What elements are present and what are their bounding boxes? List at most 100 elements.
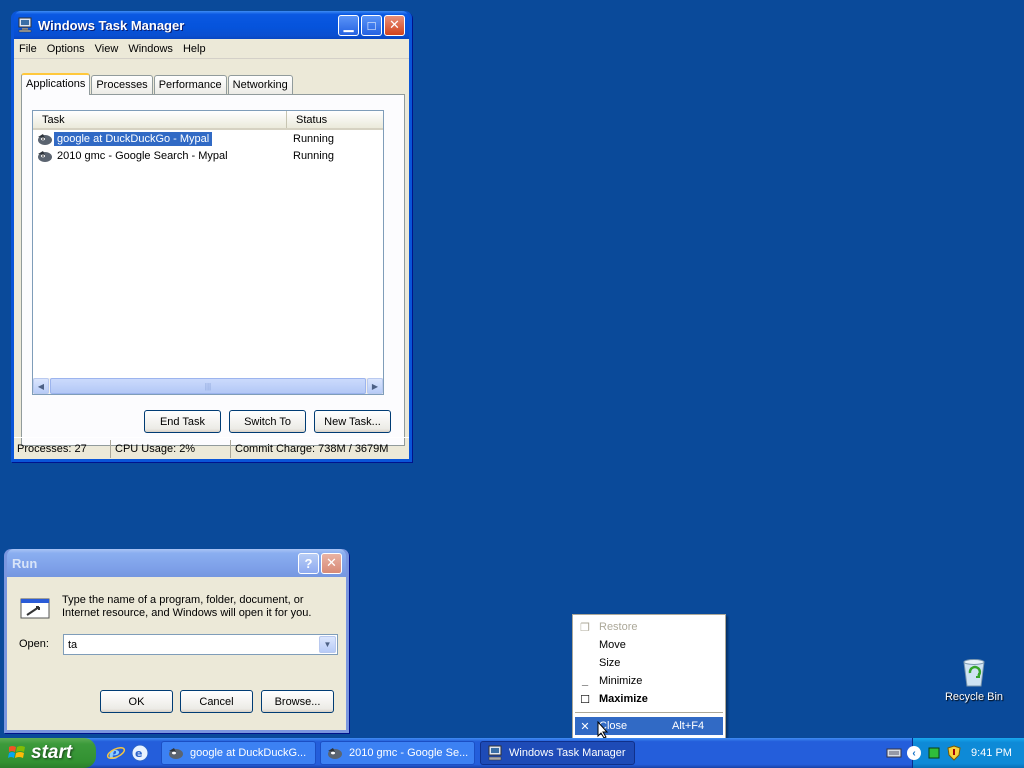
minimize-button[interactable]: ▁	[338, 14, 359, 36]
scroll-left-button[interactable]: ◀	[33, 378, 49, 394]
mypal-icon	[328, 748, 342, 759]
status-commit: Commit Charge: 738M / 3679M	[235, 442, 389, 455]
scroll-thumb[interactable]: |||	[50, 378, 366, 394]
menu-file[interactable]: File	[14, 43, 42, 55]
maximize-icon: ☐	[580, 693, 590, 706]
run-client: Type the name of a program, folder, docu…	[7, 577, 346, 730]
menu-item-accelerator: Alt+F4	[672, 720, 705, 732]
new-task-button[interactable]: New Task...	[314, 410, 391, 433]
menu-item-maximize[interactable]: ☐ Maximize	[575, 690, 723, 708]
task-name: 2010 gmc - Google Search - Mypal	[57, 149, 228, 162]
system-tray: ‹ 9:41 PM	[907, 738, 1024, 768]
run-titlebar[interactable]: Run ? ✕	[7, 549, 346, 577]
window-title: Windows Task Manager	[38, 17, 185, 33]
menu-item-size[interactable]: Size	[575, 654, 723, 672]
maximize-button[interactable]: □	[361, 14, 382, 36]
window-context-menu: ❐ Restore Move Size _ Minimize ☐ Maximiz…	[572, 614, 726, 747]
menu-windows[interactable]: Windows	[123, 43, 178, 55]
tab-processes[interactable]: Processes	[91, 75, 153, 94]
task-status: Running	[293, 132, 334, 145]
quick-launch: e e	[106, 743, 150, 763]
start-button[interactable]: start	[0, 738, 96, 768]
close-button[interactable]: ✕	[384, 14, 405, 36]
taskbar-button-duckduckgo[interactable]: google at DuckDuckG...	[161, 741, 316, 765]
list-header: Task Status	[33, 111, 383, 130]
keyboard-icon[interactable]	[886, 746, 902, 763]
menu-view[interactable]: View	[90, 43, 124, 55]
status-bar: Processes: 27 CPU Usage: 2% Commit Charg…	[14, 437, 409, 459]
grip-icon: |||	[204, 381, 212, 391]
task-manager-titlebar[interactable]: Windows Task Manager ▁ □ ✕	[14, 11, 409, 39]
horizontal-scrollbar[interactable]: ◀ ||| ▶	[33, 378, 383, 394]
internet-explorer-icon[interactable]: e	[106, 743, 126, 763]
recycle-bin-icon	[963, 659, 985, 687]
close-icon: ✕	[389, 17, 400, 32]
open-input[interactable]: ta	[64, 639, 319, 651]
status-processes: Processes: 27	[14, 439, 111, 458]
taskbar-button-google-search[interactable]: 2010 gmc - Google Se...	[320, 741, 475, 765]
task-status: Running	[293, 149, 334, 162]
help-button[interactable]: ?	[298, 552, 319, 574]
menu-help[interactable]: Help	[178, 43, 211, 55]
menu-item-minimize[interactable]: _ Minimize	[575, 672, 723, 690]
open-combobox[interactable]: ta ▼	[63, 634, 338, 655]
taskbar-button-label: Windows Task Manager	[509, 747, 626, 759]
media-player-icon[interactable]: e	[130, 743, 150, 763]
menu-item-close[interactable]: ✕ Close Alt+F4	[575, 717, 723, 739]
taskmgr-icon	[488, 745, 502, 761]
cancel-button[interactable]: Cancel	[180, 690, 253, 713]
start-label: start	[31, 742, 73, 763]
scroll-right-button[interactable]: ▶	[367, 378, 383, 394]
taskbar-button-label: 2010 gmc - Google Se...	[349, 747, 469, 759]
mypal-icon	[38, 150, 52, 162]
run-dialog: Run ? ✕ Type the name of a program, fold…	[4, 549, 349, 733]
tab-strip: Applications Processes Performance Netwo…	[21, 73, 294, 95]
close-button[interactable]: ✕	[321, 552, 342, 574]
tab-performance[interactable]: Performance	[153, 75, 227, 94]
tray-expand-button[interactable]: ‹	[907, 746, 921, 760]
taskbar-button-label: google at DuckDuckG...	[190, 747, 307, 759]
run-title: Run	[12, 555, 38, 571]
end-task-button[interactable]: End Task	[144, 410, 221, 433]
restore-icon: ❐	[580, 621, 590, 634]
network-icon[interactable]	[927, 746, 941, 760]
menu-item-label: Minimize	[599, 675, 643, 687]
dropdown-button[interactable]: ▼	[319, 636, 336, 653]
menu-separator	[575, 712, 723, 713]
browse-button[interactable]: Browse...	[261, 690, 334, 713]
recycle-bin[interactable]: Recycle Bin	[942, 656, 1006, 703]
menu-item-restore[interactable]: ❐ Restore	[575, 618, 723, 636]
close-icon: ✕	[326, 555, 337, 570]
table-row[interactable]: 2010 gmc - Google Search - Mypal Running	[33, 147, 383, 164]
recycle-bin-label: Recycle Bin	[944, 691, 1004, 703]
maximize-icon: □	[367, 17, 376, 33]
ok-button[interactable]: OK	[100, 690, 173, 713]
taskbar-button-task-manager[interactable]: Windows Task Manager	[480, 741, 635, 765]
minimize-icon: ▁	[343, 17, 354, 32]
menu-item-label: Move	[599, 639, 626, 651]
open-label: Open:	[19, 638, 49, 650]
security-shield-icon[interactable]	[947, 745, 961, 761]
task-manager-client: File Options View Windows Help Applicati…	[14, 39, 409, 459]
mypal-icon	[38, 133, 52, 145]
run-program-icon	[20, 598, 50, 619]
tab-networking[interactable]: Networking	[227, 75, 293, 94]
clock: 9:41 PM	[971, 747, 1012, 759]
applications-panel: Task Status google at DuckDuckGo - Mypal…	[21, 94, 405, 446]
svg-text:e: e	[135, 747, 142, 760]
close-icon: ✕	[580, 720, 590, 733]
switch-to-button[interactable]: Switch To	[229, 410, 306, 433]
menu-item-label: Restore	[599, 621, 638, 633]
chevron-down-icon: ▼	[323, 640, 332, 649]
tab-applications[interactable]: Applications	[21, 73, 91, 95]
column-status[interactable]: Status	[287, 111, 327, 128]
task-name: google at DuckDuckGo - Mypal	[54, 131, 213, 146]
mypal-icon	[169, 748, 183, 759]
chevron-left-icon: ‹	[912, 747, 916, 759]
table-row[interactable]: google at DuckDuckGo - Mypal Running	[33, 130, 383, 147]
chevron-left-icon: ◀	[37, 381, 45, 391]
column-task[interactable]: Task	[33, 111, 287, 128]
task-list[interactable]: Task Status google at DuckDuckGo - Mypal…	[32, 110, 384, 395]
menu-options[interactable]: Options	[42, 43, 90, 55]
menu-item-move[interactable]: Move	[575, 636, 723, 654]
